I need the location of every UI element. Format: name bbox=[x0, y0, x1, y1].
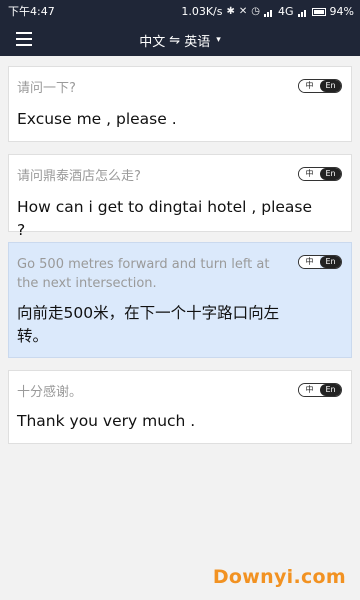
mute-icon: ✕ bbox=[238, 6, 248, 17]
wifi-signal-icon bbox=[264, 8, 274, 17]
watermark-logo: Downyi.com bbox=[212, 566, 346, 588]
translation-card-active[interactable]: Go 500 metres forward and turn left at t… bbox=[8, 242, 352, 358]
language-toggle[interactable]: 中 En bbox=[298, 383, 342, 397]
language-toggle[interactable]: 中 En bbox=[298, 255, 342, 269]
language-selector[interactable]: 中文 ⇋ 英语 ▾ bbox=[0, 24, 360, 56]
translation-text: Excuse me , please . bbox=[17, 110, 177, 128]
status-time: 下午4:47 bbox=[8, 5, 55, 18]
app-bar: 中文 ⇋ 英语 ▾ bbox=[0, 24, 360, 56]
translation-text: Thank you very much . bbox=[17, 412, 196, 430]
swap-icon: ⇋ bbox=[169, 32, 181, 48]
status-bar: 下午4:47 1.03K/s ✱ ✕ ◷ 4G 94% bbox=[0, 0, 360, 24]
alarm-icon: ◷ bbox=[251, 6, 261, 17]
source-text: 十分感谢。 bbox=[17, 385, 83, 400]
cell-signal-icon bbox=[297, 8, 308, 17]
battery-icon bbox=[311, 8, 326, 16]
translation-card[interactable]: 十分感谢。 中 En Thank you very much . bbox=[8, 370, 352, 444]
language-toggle[interactable]: 中 En bbox=[298, 79, 342, 93]
source-text: Go 500 metres forward and turn left at t… bbox=[17, 257, 270, 291]
target-language: 英语 bbox=[184, 34, 211, 50]
translation-card[interactable]: 请问鼎泰酒店怎么走? 中 En How can i get to dingtai… bbox=[8, 154, 352, 239]
translation-text: How can i get to dingtai hotel , please … bbox=[17, 198, 313, 239]
source-text: 请问鼎泰酒店怎么走? bbox=[17, 169, 141, 184]
language-toggle[interactable]: 中 En bbox=[298, 167, 342, 181]
network-type: 4G bbox=[278, 5, 294, 18]
caret-down-icon: ▾ bbox=[216, 35, 221, 45]
status-indicators: 1.03K/s ✱ ✕ ◷ 4G 94% bbox=[181, 0, 354, 24]
network-speed: 1.03K/s bbox=[181, 5, 223, 18]
bluetooth-icon: ✱ bbox=[226, 6, 235, 17]
source-language: 中文 bbox=[139, 34, 166, 50]
source-text: 请问一下? bbox=[17, 81, 76, 96]
translation-text: 向前走500米，在下一个十字路口向左转。 bbox=[17, 304, 280, 345]
translation-card[interactable]: 请问一下? 中 En Excuse me , please . bbox=[8, 66, 352, 142]
battery-level: 94% bbox=[329, 5, 354, 18]
